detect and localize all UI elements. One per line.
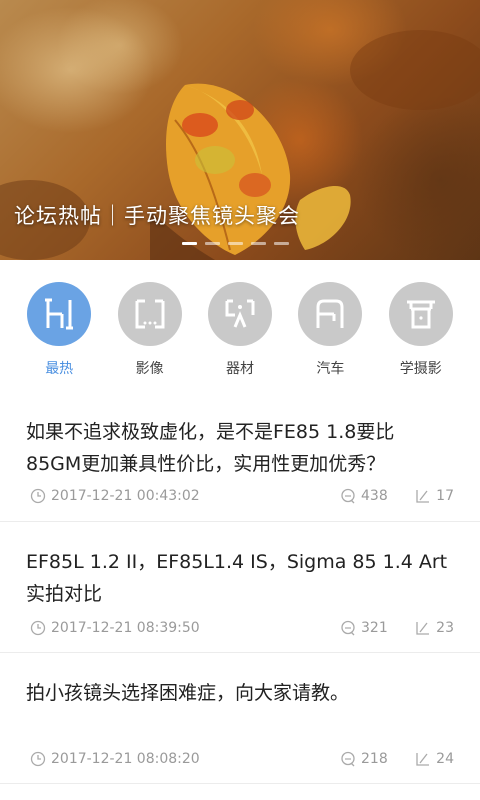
post-title: 拍小孩镜头选择困难症，向大家请教。 — [26, 677, 456, 709]
post-title-line: 拍小孩镜头选择困难症，向大家请教。 — [26, 682, 350, 704]
chart-icon — [416, 622, 430, 635]
category-label: 学摄影 — [399, 361, 442, 377]
post-views: 17 — [415, 488, 454, 504]
post-comments: 321 — [340, 620, 388, 636]
comment-icon — [341, 488, 355, 504]
category-label: 影像 — [135, 361, 164, 377]
post-time: 2017-12-21 08:39:50 — [30, 620, 200, 636]
post-view-count: 17 — [436, 488, 454, 504]
category-image[interactable]: 影像 — [114, 260, 186, 382]
post-views: 23 — [415, 620, 454, 636]
post-time-text: 2017-12-21 00:43:02 — [51, 488, 200, 504]
post-item[interactable]: EF85L 1.2 II，EF85L1.4 IS，Sigma 85 1.4 Ar… — [0, 522, 480, 653]
post-comment-count: 438 — [361, 488, 388, 504]
clock-icon — [30, 488, 46, 504]
equipment-icon — [207, 282, 272, 346]
post-title-line: 如果不追求极致虚化，是不是FE85 1.8要比 — [26, 421, 395, 443]
category-label: 汽车 — [316, 361, 345, 377]
post-meta: 2017-12-21 08:39:50 321 23 — [30, 620, 454, 640]
post-comment-count: 218 — [361, 751, 388, 767]
learn-photo-icon — [388, 282, 453, 346]
post-item[interactable]: 拍小孩镜头选择困难症，向大家请教。 2017-12-21 08:08:20 21… — [0, 653, 480, 784]
category-car[interactable]: 汽车 — [294, 260, 366, 382]
post-item[interactable]: 如果不追求极致虚化，是不是FE85 1.8要比 85GM更加兼具性价比，实用性更… — [0, 398, 480, 522]
post-title-line: 实拍对比 — [26, 583, 103, 605]
post-title: 如果不追求极致虚化，是不是FE85 1.8要比 85GM更加兼具性价比，实用性更… — [26, 416, 456, 480]
post-time: 2017-12-21 08:08:20 — [30, 751, 200, 767]
category-label: 最热 — [45, 361, 74, 377]
banner-carousel[interactable]: 论坛热帖｜手动聚焦镜头聚会 — [0, 0, 480, 260]
comment-icon — [341, 751, 355, 767]
carousel-dot-active — [182, 242, 197, 245]
post-title-line: EF85L 1.2 II，EF85L1.4 IS，Sigma 85 1.4 Ar… — [26, 551, 448, 573]
carousel-dot — [274, 242, 289, 245]
hot-icon — [27, 282, 92, 346]
post-meta: 2017-12-21 08:08:20 218 24 — [30, 751, 454, 771]
post-view-count: 24 — [436, 751, 454, 767]
clock-icon — [30, 751, 46, 767]
post-title-line: 85GM更加兼具性价比，实用性更加优秀？ — [26, 453, 386, 475]
chart-icon — [416, 490, 430, 503]
category-equipment[interactable]: 器材 — [204, 260, 276, 382]
post-time-text: 2017-12-21 08:39:50 — [51, 620, 200, 636]
post-comments: 438 — [340, 488, 388, 504]
image-icon — [117, 282, 182, 346]
carousel-dot — [228, 242, 243, 245]
category-nav: 最热 影像 器材 汽车 学摄影 — [0, 260, 480, 382]
post-title: EF85L 1.2 II，EF85L1.4 IS，Sigma 85 1.4 Ar… — [26, 546, 456, 610]
post-view-count: 23 — [436, 620, 454, 636]
clock-icon — [30, 620, 46, 636]
category-hot[interactable]: 最热 — [23, 260, 95, 382]
comment-icon — [341, 620, 355, 636]
chart-icon — [416, 753, 430, 766]
post-time-text: 2017-12-21 08:08:20 — [51, 751, 200, 767]
post-views: 24 — [415, 751, 454, 767]
category-learn-photo[interactable]: 学摄影 — [385, 260, 457, 382]
carousel-indicator — [182, 242, 289, 245]
category-label: 器材 — [225, 361, 254, 377]
post-meta: 2017-12-21 00:43:02 438 17 — [30, 488, 454, 508]
car-icon — [298, 282, 363, 346]
carousel-dot — [251, 242, 266, 245]
banner-title[interactable]: 论坛热帖｜手动聚焦镜头聚会 — [14, 200, 300, 230]
carousel-dot — [205, 242, 220, 245]
post-comments: 218 — [340, 751, 388, 767]
post-time: 2017-12-21 00:43:02 — [30, 488, 200, 504]
post-comment-count: 321 — [361, 620, 388, 636]
